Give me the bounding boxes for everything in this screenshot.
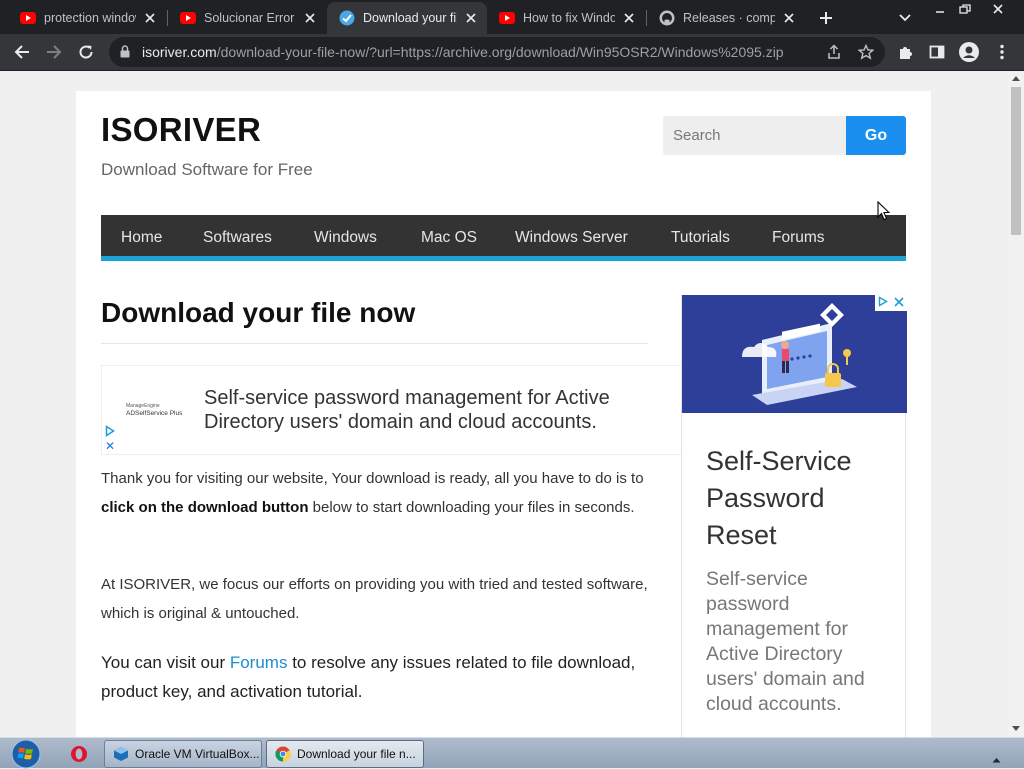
para1-text-a: Thank you for visiting our website, Your… bbox=[101, 470, 644, 487]
opera-browser-icon[interactable] bbox=[66, 741, 92, 767]
para1-text-b: below to start downloading your files in… bbox=[308, 499, 635, 516]
tab-title: Solucionar Error d bbox=[204, 11, 296, 25]
nav-forums[interactable]: Forums bbox=[772, 215, 825, 261]
url-path: /download-your-file-now/?url=https://arc… bbox=[216, 44, 784, 60]
ad-brand-label: ManageEngine bbox=[126, 403, 160, 409]
taskbar-item-chrome[interactable]: Download your file n... bbox=[266, 740, 424, 768]
back-button[interactable] bbox=[8, 38, 36, 66]
ad-headline[interactable]: Self-Service Password Reset bbox=[706, 443, 896, 554]
scroll-down-arrow-icon[interactable] bbox=[1012, 726, 1020, 731]
tab-how-to-fix-windows[interactable]: How to fix Windo bbox=[487, 2, 645, 34]
ad-banner-text[interactable]: Self-service password management for Act… bbox=[204, 386, 674, 434]
side-panel-icon[interactable] bbox=[923, 38, 951, 66]
page-viewport: ISORIVER Download Software for Free Go H… bbox=[0, 71, 1008, 737]
sidebar-ad[interactable]: Self-Service Password Reset Self-service… bbox=[681, 295, 907, 737]
close-tab-icon[interactable] bbox=[781, 10, 797, 26]
virtualbox-icon bbox=[114, 747, 128, 761]
youtube-icon bbox=[499, 10, 515, 26]
site-tagline: Download Software for Free bbox=[101, 160, 313, 179]
isoriver-icon bbox=[339, 10, 355, 26]
mouse-cursor-icon bbox=[877, 200, 891, 226]
forums-link[interactable]: Forums bbox=[230, 653, 288, 672]
url-text[interactable]: isoriver.com/download-your-file-now/?url… bbox=[142, 44, 812, 60]
ad-illustration[interactable] bbox=[682, 295, 907, 413]
tab-title: How to fix Windo bbox=[523, 11, 615, 25]
page-scrollbar[interactable] bbox=[1008, 71, 1024, 737]
nav-windows-server[interactable]: Windows Server bbox=[515, 215, 628, 261]
github-icon bbox=[659, 10, 675, 26]
tab-releases-github[interactable]: Releases · comput bbox=[647, 2, 805, 34]
scrollbar-thumb[interactable] bbox=[1011, 87, 1021, 235]
tab-solucionar-error[interactable]: Solucionar Error d bbox=[168, 2, 326, 34]
ad-close-icon[interactable] bbox=[894, 295, 904, 312]
para1-bold: click on the download button bbox=[101, 499, 309, 516]
start-button[interactable] bbox=[8, 738, 44, 769]
nav-windows[interactable]: Windows bbox=[314, 215, 377, 261]
search-input[interactable] bbox=[663, 116, 846, 155]
browser-toolbar: isoriver.com/download-your-file-now/?url… bbox=[0, 34, 1024, 71]
os-taskbar: Oracle VM VirtualBox... Download your fi… bbox=[0, 737, 1024, 768]
tab-title: protection window bbox=[44, 11, 136, 25]
new-tab-button[interactable] bbox=[814, 6, 838, 30]
tab-strip: protection window Solucionar Error d Dow… bbox=[0, 0, 1024, 34]
address-bar[interactable]: isoriver.com/download-your-file-now/?url… bbox=[109, 37, 885, 67]
close-tab-icon[interactable] bbox=[621, 10, 637, 26]
para3-text-a: You can visit our bbox=[101, 653, 230, 672]
search-go-button[interactable]: Go bbox=[846, 116, 906, 155]
ad-info-icon[interactable] bbox=[878, 295, 888, 312]
youtube-icon bbox=[180, 10, 196, 26]
url-host: isoriver.com bbox=[142, 44, 217, 60]
isoriver-focus-paragraph: At ISORIVER, we focus our efforts on pro… bbox=[101, 576, 648, 622]
taskbar-item-label: Download your file n... bbox=[297, 747, 416, 761]
tab-protection-window[interactable]: protection window bbox=[8, 2, 166, 34]
bookmark-star-icon[interactable] bbox=[857, 43, 875, 61]
chrome-icon bbox=[275, 746, 291, 762]
nav-mac-os[interactable]: Mac OS bbox=[421, 215, 477, 261]
nav-softwares[interactable]: Softwares bbox=[203, 215, 272, 261]
profile-avatar-icon[interactable] bbox=[955, 38, 983, 66]
ad-close-icon[interactable]: ✕ bbox=[105, 439, 115, 453]
page-title: Download your file now bbox=[101, 297, 416, 328]
ad-choices-badge[interactable] bbox=[875, 295, 907, 311]
main-navigation: Home Softwares Windows Mac OS Windows Se… bbox=[101, 215, 906, 261]
close-tab-icon[interactable] bbox=[302, 10, 318, 26]
nav-tutorials[interactable]: Tutorials bbox=[671, 215, 730, 261]
tray-expand-arrow-icon[interactable] bbox=[992, 750, 1001, 768]
ad-product-logo: ADSelfService Plus bbox=[126, 410, 183, 417]
title-divider bbox=[101, 343, 648, 344]
tab-download-your-file[interactable]: Download your fil bbox=[327, 2, 487, 34]
ad-banner[interactable]: ManageEngine ADSelfService Plus Self-ser… bbox=[101, 365, 681, 455]
forward-button[interactable] bbox=[40, 38, 68, 66]
scroll-up-arrow-icon[interactable] bbox=[1012, 76, 1020, 81]
site-logo-title[interactable]: ISORIVER bbox=[101, 111, 261, 149]
restore-window-button[interactable] bbox=[950, 0, 980, 18]
taskbar-item-virtualbox[interactable]: Oracle VM VirtualBox... bbox=[104, 740, 262, 768]
close-tab-icon[interactable] bbox=[142, 10, 158, 26]
extensions-puzzle-icon[interactable] bbox=[892, 38, 920, 66]
forums-paragraph: You can visit our Forums to resolve any … bbox=[101, 648, 661, 706]
taskbar-item-label: Oracle VM VirtualBox... bbox=[135, 747, 260, 761]
tab-search-chevron-icon[interactable] bbox=[893, 6, 917, 30]
youtube-icon bbox=[20, 10, 36, 26]
browser-menu-icon[interactable] bbox=[988, 38, 1016, 66]
ad-body-text[interactable]: Self-service password management for Act… bbox=[706, 567, 896, 717]
tab-title: Download your fil bbox=[363, 11, 457, 25]
nav-home[interactable]: Home bbox=[121, 215, 162, 261]
close-tab-icon[interactable] bbox=[463, 10, 479, 26]
close-window-button[interactable] bbox=[983, 0, 1013, 18]
reload-button[interactable] bbox=[72, 38, 100, 66]
share-icon[interactable] bbox=[825, 43, 843, 61]
download-ready-paragraph: Thank you for visiting our website, Your… bbox=[101, 464, 656, 522]
lock-icon[interactable] bbox=[120, 45, 130, 63]
tab-title: Releases · comput bbox=[683, 11, 775, 25]
page-container: ISORIVER Download Software for Free Go H… bbox=[76, 91, 931, 737]
